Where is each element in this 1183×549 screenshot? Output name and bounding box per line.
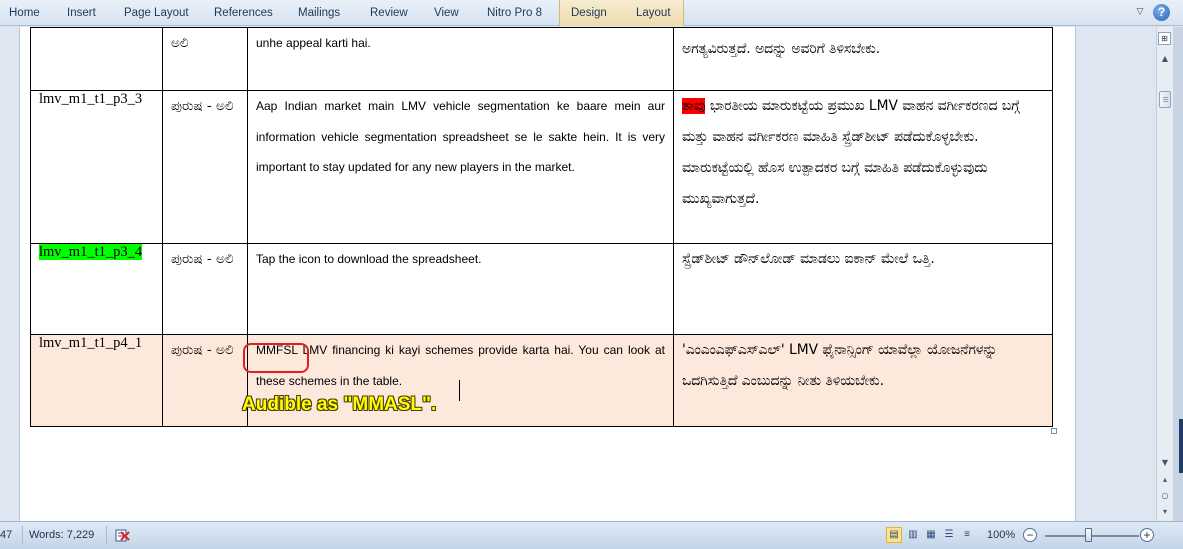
speaker-cell[interactable]: ಪುರುಷ - ಅಲಿ — [162, 90, 248, 244]
tab-nitro-pro[interactable]: Nitro Pro 8 — [487, 0, 542, 26]
speaker-cell[interactable]: ಪುರುಷ - ಅಲಿ — [162, 243, 248, 335]
status-divider — [22, 526, 23, 545]
kannada-cell[interactable]: 'ಎಂಎಂಎಫ್ಎಸ್‌ಎಲ್' LMV ಫೈನಾನ್ಸಿಂಗ್ ಯಾವೆಲ್ಲ… — [673, 334, 1053, 427]
status-divider — [106, 526, 107, 545]
row-id-cell[interactable]: lmv_m1_t1_p3_3 — [30, 90, 163, 244]
tab-page-layout[interactable]: Page Layout — [124, 0, 189, 26]
zoom-out-icon[interactable]: − — [1023, 528, 1037, 542]
kannada-cell[interactable]: ತಾವು ಭಾರತೀಯ ಮಾರುಕಟ್ಟೆಯ ಪ್ರಮುಖ LMV ವಾಹನ ವ… — [673, 90, 1053, 244]
scroll-down-icon[interactable]: ▼ — [1157, 455, 1173, 470]
translation-table: ಅಲಿ unhe appeal karti hai. ಅಗತ್ಯವಿರುತ್ತದ… — [30, 27, 1053, 427]
minimize-ribbon-icon[interactable]: ▽ — [1134, 6, 1146, 18]
select-browse-object-icon[interactable]: ○ — [1157, 488, 1173, 503]
scroll-thumb[interactable] — [1159, 91, 1171, 108]
zoom-slider-thumb[interactable] — [1085, 528, 1092, 542]
row-id-cell[interactable] — [30, 27, 163, 91]
kannada-cell[interactable]: ಸ್ಪ್ರೆಡ್‌ಶೀಟ್ ಡೌನ್‌ಲೋಡ್ ಮಾಡಲು ಐಕಾನ್ ಮೇಲೆ… — [673, 243, 1053, 335]
tab-insert[interactable]: Insert — [67, 0, 96, 26]
tab-view[interactable]: View — [434, 0, 459, 26]
grip-icon — [1163, 97, 1168, 103]
full-screen-reading-icon[interactable]: ▥ — [905, 527, 921, 543]
draft-view-icon[interactable]: ≡ — [959, 527, 975, 543]
kannada-text: ಭಾರತೀಯ ಮಾರುಕಟ್ಟೆಯ ಪ್ರಮುಖ LMV ವಾಹನ ವರ್ಗೀಕ… — [682, 98, 1020, 207]
status-bar: 47 Words: 7,229 ▤ ▥ ▦ ☰ ≡ 100% − + — [0, 521, 1183, 549]
row-id-cell[interactable]: lmv_m1_t1_p3_4 — [30, 243, 163, 335]
ribbon-tab-bar: Home Insert Page Layout References Maili… — [0, 0, 1183, 26]
table-row: lmv_m1_t1_p3_4 ಪುರುಷ - ಅಲಿ Tap the icon … — [30, 243, 1053, 335]
table-row: lmv_m1_t1_p4_1 ಪುರುಷ - ಅಲಿ MMFSL LMV fin… — [30, 334, 1053, 427]
print-layout-icon[interactable]: ▤ — [886, 527, 902, 543]
vertical-scrollbar[interactable]: ▲ ▼ ▴ ○ ▾ — [1156, 27, 1173, 521]
previous-page-icon[interactable]: ▴ — [1157, 472, 1173, 487]
edge-marker — [1179, 419, 1183, 473]
next-page-icon[interactable]: ▾ — [1157, 504, 1173, 519]
tab-mailings[interactable]: Mailings — [298, 0, 340, 26]
english-cell[interactable]: Aap Indian market main LMV vehicle segme… — [247, 90, 674, 244]
zoom-slider-track[interactable] — [1045, 535, 1139, 537]
kannada-cell[interactable]: ಅಗತ್ಯವಿರುತ್ತದೆ. ಅದನ್ನು ಅವರಿಗೆ ತಿಳಿಸಬೇಕು. — [673, 27, 1053, 91]
tab-design[interactable]: Design — [571, 0, 607, 26]
speaker-cell[interactable]: ಪುರುಷ - ಅಲಿ — [162, 334, 248, 427]
row-id-cell[interactable]: lmv_m1_t1_p4_1 — [30, 334, 163, 427]
speaker-cell[interactable]: ಅಲಿ — [162, 27, 248, 91]
word-count[interactable]: Words: 7,229 — [29, 529, 94, 541]
zoom-level[interactable]: 100% — [987, 529, 1015, 541]
english-cell[interactable]: unhe appeal karti hai. — [247, 27, 674, 91]
green-highlight-id: lmv_m1_t1_p3_4 — [39, 244, 143, 260]
tab-review[interactable]: Review — [370, 0, 408, 26]
tab-layout[interactable]: Layout — [636, 0, 671, 26]
outline-view-icon[interactable]: ☰ — [941, 527, 957, 543]
page-number[interactable]: 47 — [0, 529, 12, 541]
ruler-toggle-icon[interactable]: ⊞ — [1158, 32, 1171, 45]
table-row: ಅಲಿ unhe appeal karti hai. ಅಗತ್ಯವಿರುತ್ತದ… — [30, 27, 1053, 91]
text-cursor — [459, 380, 460, 401]
tab-home[interactable]: Home — [9, 0, 40, 26]
scroll-up-icon[interactable]: ▲ — [1157, 51, 1173, 66]
window-edge — [1173, 27, 1183, 521]
table-resize-handle[interactable] — [1051, 428, 1057, 434]
zoom-in-icon[interactable]: + — [1140, 528, 1154, 542]
table-row: lmv_m1_t1_p3_3 ಪುರುಷ - ಅಲಿ Aap Indian ma… — [30, 90, 1053, 244]
help-icon[interactable]: ? — [1153, 4, 1170, 21]
tab-references[interactable]: References — [214, 0, 273, 26]
red-highlight-word: ತಾವು — [682, 98, 706, 114]
annotation-comment: Audible as "MMASL". — [242, 394, 437, 415]
proofing-icon[interactable] — [114, 527, 130, 543]
web-layout-icon[interactable]: ▦ — [923, 527, 939, 543]
english-cell[interactable]: Tap the icon to download the spreadsheet… — [247, 243, 674, 335]
